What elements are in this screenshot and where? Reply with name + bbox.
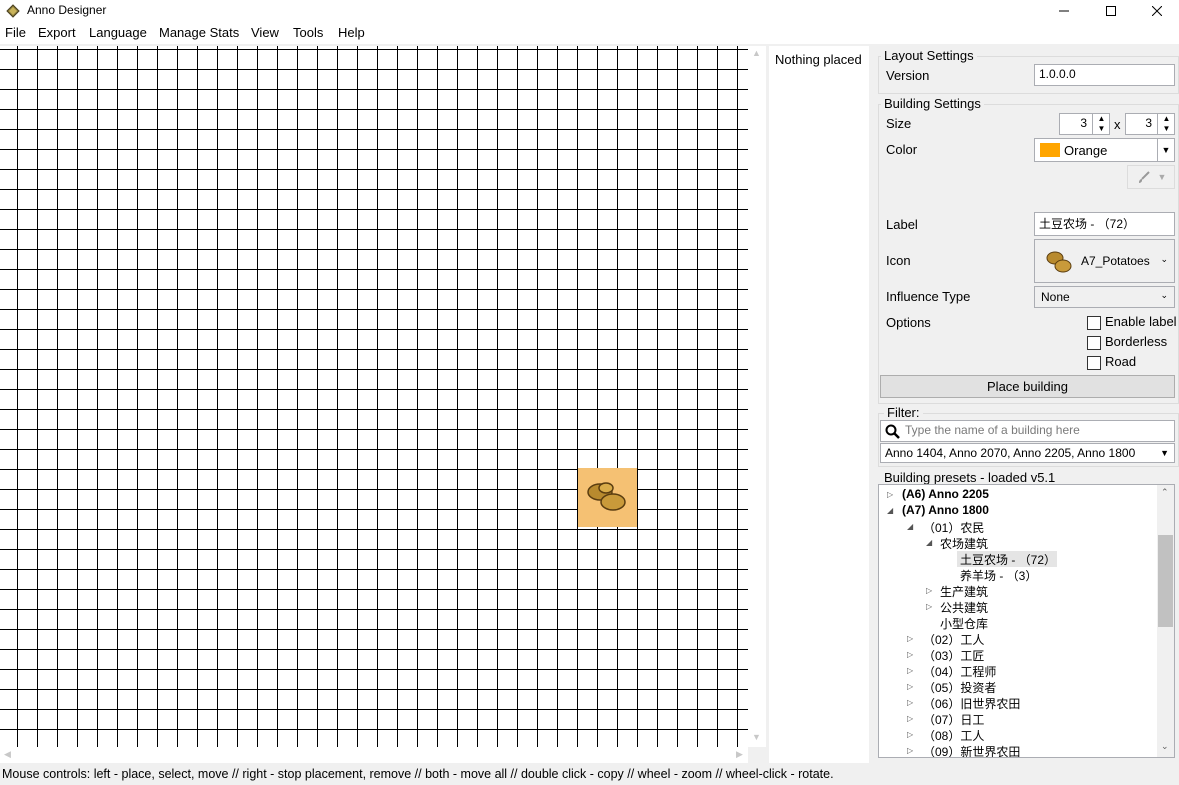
road-text: Road (1105, 354, 1137, 369)
stats-text: Nothing placed (775, 52, 862, 67)
placed-building[interactable] (578, 468, 637, 527)
expand-arrow-icon[interactable]: ▷ (907, 650, 913, 659)
tree-item-selected[interactable]: 土豆农场 - （72） (957, 551, 1057, 567)
app-logo-icon (6, 4, 20, 18)
road-checkbox[interactable] (1087, 356, 1101, 370)
size-height-spin[interactable]: ▲ ▼ (1157, 114, 1175, 134)
expand-arrow-icon[interactable]: ▷ (926, 602, 932, 611)
building-presets-tree[interactable]: ▷ (A6) Anno 2205 ◢ (A7) Anno 1800 ◢ （01）农民 … (878, 484, 1175, 758)
building-settings-title: Building Settings (881, 96, 984, 111)
maximize-button[interactable] (1088, 0, 1134, 22)
scroll-down-icon[interactable]: ▼ (752, 732, 761, 742)
scroll-up-icon[interactable]: ▲ (752, 48, 761, 58)
scroll-down-icon[interactable]: ⌄ (1161, 741, 1169, 752)
menu-help[interactable]: Help (338, 25, 365, 40)
potatoes-icon (587, 482, 626, 511)
influence-type-value: None (1041, 290, 1070, 304)
options-label: Options (886, 315, 931, 330)
enable-label-text: Enable label (1105, 314, 1177, 329)
place-building-button[interactable]: Place building (880, 375, 1175, 398)
title-bar: Anno Designer (0, 0, 1179, 22)
minimize-button[interactable] (1041, 0, 1087, 22)
presets-title: Building presets - loaded v5.1 (881, 470, 1059, 485)
mouse-controls-hint: Mouse controls: left - place, select, mo… (2, 767, 834, 781)
expand-arrow-icon[interactable]: ▷ (926, 586, 932, 595)
statistics-panel: Nothing placed (769, 46, 869, 763)
menu-tools[interactable]: Tools (293, 25, 323, 40)
close-button[interactable] (1134, 0, 1179, 22)
scroll-up-icon[interactable]: ⌃ (1161, 487, 1169, 498)
scrollbar-thumb[interactable] (1158, 535, 1173, 627)
chevron-down-icon: ▼ (1157, 172, 1167, 182)
size-label: Size (886, 116, 912, 131)
menu-export[interactable]: Export (38, 25, 76, 40)
borderless-text: Borderless (1105, 334, 1168, 349)
expand-arrow-icon[interactable]: ▷ (907, 634, 913, 643)
enable-label-checkbox[interactable] (1087, 316, 1101, 330)
search-input[interactable]: Type the name of a building here (880, 420, 1175, 442)
expand-arrow-icon[interactable]: ▷ (907, 682, 913, 691)
status-bar: Mouse controls: left - place, select, mo… (0, 764, 1179, 785)
close-icon (1152, 6, 1162, 16)
label-label: Label (886, 217, 918, 232)
icon-selector[interactable]: A7_Potatoes ⌄ (1034, 239, 1175, 283)
color-swatch (1040, 143, 1060, 157)
size-width-spin[interactable]: ▲ ▼ (1092, 114, 1110, 134)
collapse-arrow-icon[interactable]: ◢ (887, 506, 893, 515)
version-field[interactable]: 1.0.0.0 (1034, 64, 1175, 86)
canvas-horizontal-scrollbar[interactable]: ◀ ▶ (0, 747, 748, 763)
icon-name: A7_Potatoes (1081, 254, 1150, 268)
color-name: Orange (1064, 143, 1108, 158)
paintbrush-icon (1138, 171, 1150, 183)
chevron-down-icon: ▼ (1157, 139, 1174, 161)
borderless-checkbox[interactable] (1087, 336, 1101, 350)
expand-arrow-icon[interactable]: ▷ (907, 746, 913, 755)
menu-bar: File Export Language Manage Stats View T… (0, 22, 1179, 44)
size-x-separator: x (1114, 117, 1121, 132)
chevron-down-icon: ⌄ (1160, 290, 1168, 300)
scroll-right-icon[interactable]: ▶ (736, 749, 743, 760)
filter-title: Filter: (884, 405, 923, 420)
icon-label: Icon (886, 253, 911, 268)
scroll-left-icon[interactable]: ◀ (4, 749, 11, 760)
potatoes-icon (1046, 251, 1072, 273)
menu-file[interactable]: File (5, 25, 26, 40)
window-title: Anno Designer (27, 3, 107, 17)
menu-view[interactable]: View (251, 25, 279, 40)
canvas-vertical-scrollbar[interactable]: ▲ ▼ (748, 46, 766, 747)
label-field[interactable]: 土豆农场 - （72） (1034, 212, 1175, 236)
menu-manage-stats[interactable]: Manage Stats (159, 25, 239, 40)
color-preset-button[interactable]: ▼ (1127, 165, 1175, 189)
expand-arrow-icon[interactable]: ▷ (907, 666, 913, 675)
expand-arrow-icon[interactable]: ▷ (907, 698, 913, 707)
chevron-down-icon: ⌄ (1160, 254, 1168, 264)
expand-arrow-icon[interactable]: ▷ (907, 730, 913, 739)
layout-settings-title: Layout Settings (881, 48, 977, 63)
game-version-value: Anno 1404, Anno 2070, Anno 2205, Anno 18… (885, 446, 1136, 460)
influence-type-label: Influence Type (886, 289, 971, 304)
expand-arrow-icon[interactable]: ▷ (907, 714, 913, 723)
collapse-arrow-icon[interactable]: ◢ (926, 538, 932, 547)
collapse-arrow-icon[interactable]: ◢ (907, 522, 913, 531)
color-label: Color (886, 142, 918, 157)
chevron-down-icon: ▼ (1160, 448, 1169, 458)
presets-scrollbar[interactable]: ⌃ ⌄ (1157, 485, 1174, 757)
expand-arrow-icon[interactable]: ▷ (887, 490, 893, 499)
maximize-icon (1106, 6, 1116, 16)
search-icon (885, 424, 900, 439)
menu-language[interactable]: Language (89, 25, 147, 40)
color-picker[interactable]: Orange ▼ (1034, 138, 1175, 162)
game-version-select[interactable]: Anno 1404, Anno 2070, Anno 2205, Anno 18… (880, 443, 1175, 463)
layout-canvas[interactable] (0, 46, 748, 747)
influence-type-select[interactable]: None ⌄ (1034, 286, 1175, 308)
version-label: Version (886, 68, 930, 83)
panel-splitter[interactable] (870, 46, 875, 763)
minimize-icon (1059, 10, 1069, 12)
